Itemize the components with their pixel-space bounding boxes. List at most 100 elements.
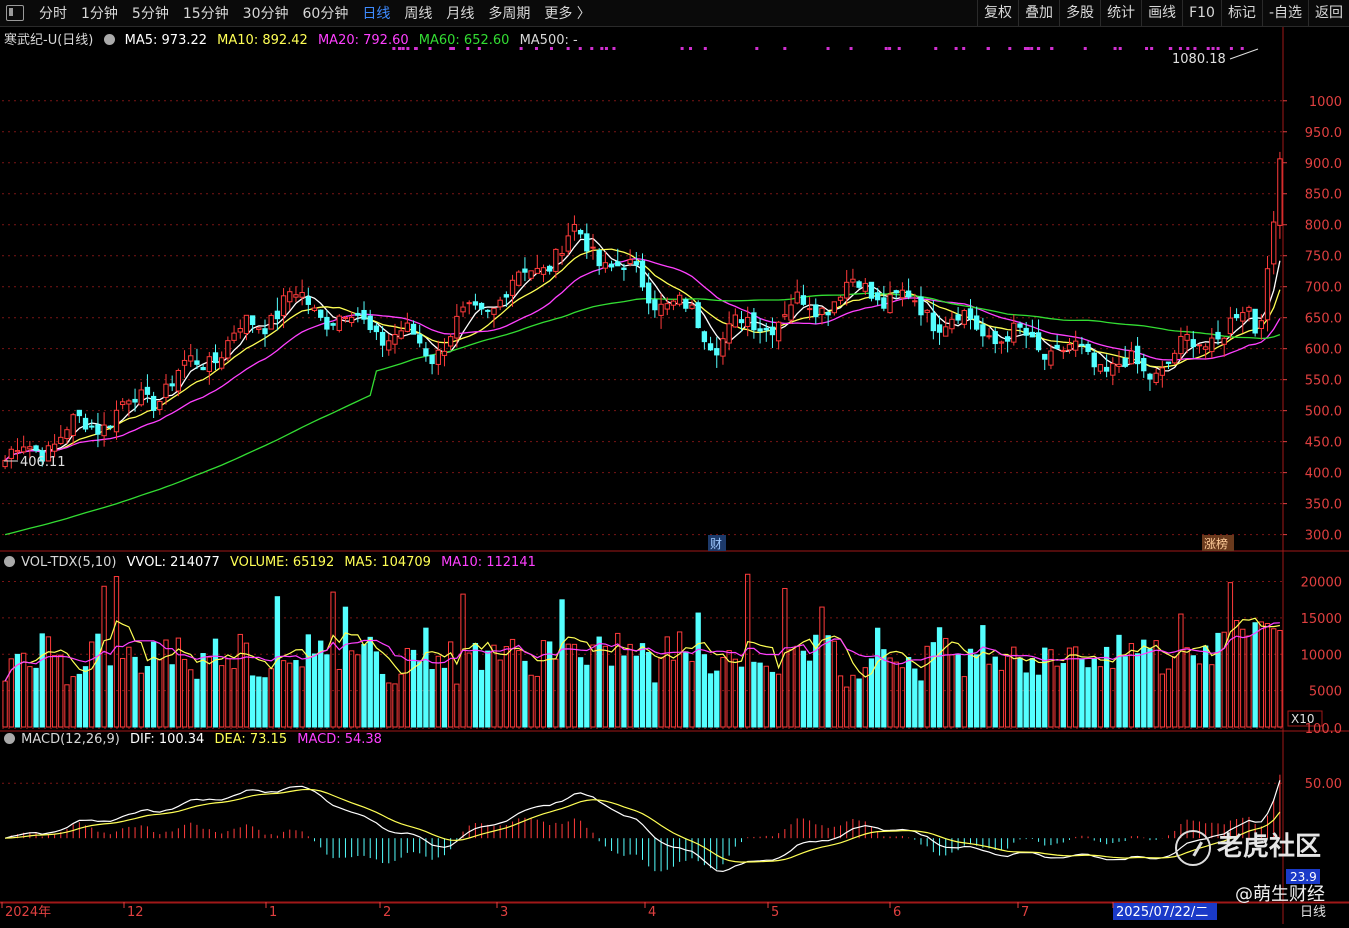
- signal-dot: [1229, 47, 1233, 50]
- candle-body: [1035, 332, 1042, 351]
- candle-body: [732, 314, 738, 328]
- candle-body: [565, 235, 571, 252]
- candle-body: [1048, 350, 1054, 366]
- candle-body: [373, 325, 380, 333]
- candle-body: [547, 265, 553, 272]
- tab-10[interactable]: 更多 〉: [537, 3, 597, 23]
- tab-3[interactable]: 15分钟: [176, 3, 236, 23]
- toolbar-button-5[interactable]: F10: [1182, 0, 1221, 26]
- macd-value: MACD: 54.38: [297, 732, 382, 747]
- candle-body: [559, 253, 565, 256]
- tab-0[interactable]: 分时: [32, 3, 74, 23]
- signal-dot: [986, 47, 990, 50]
- candle-body: [850, 278, 856, 283]
- signal-dot: [1211, 47, 1215, 50]
- volume-bar: [1060, 663, 1066, 728]
- tab-6[interactable]: 日线: [355, 3, 397, 23]
- price-axis-label: 300.0: [1305, 529, 1342, 544]
- volume-bar: [1215, 632, 1221, 728]
- candle-body: [918, 296, 924, 316]
- candle-body: [231, 332, 237, 341]
- tab-2[interactable]: 5分钟: [125, 3, 176, 23]
- candle-body: [1215, 331, 1221, 340]
- toolbar-button-3[interactable]: 统计: [1100, 0, 1141, 26]
- volume-bar: [256, 676, 262, 728]
- candle-body: [720, 338, 726, 357]
- candle-body: [584, 233, 590, 252]
- tab-9[interactable]: 多周期: [481, 3, 537, 23]
- tab-4[interactable]: 30分钟: [236, 3, 296, 23]
- signal-dot: [849, 47, 853, 50]
- tab-1[interactable]: 1分钟: [74, 3, 125, 23]
- volume-bar: [76, 673, 83, 728]
- volume-bar: [547, 641, 553, 728]
- volume-bar: [478, 669, 485, 728]
- volume-bar: [441, 667, 448, 728]
- candle-body: [299, 292, 305, 298]
- settings-icon[interactable]: [4, 733, 15, 744]
- candle-body: [751, 312, 757, 331]
- toolbar-button-0[interactable]: 复权: [977, 0, 1018, 26]
- volume-bar: [856, 678, 862, 728]
- candle-body: [1264, 268, 1271, 321]
- time-axis-label: 5: [771, 905, 779, 920]
- toolbar-button-1[interactable]: 叠加: [1018, 0, 1059, 26]
- volume-bar: [738, 666, 745, 728]
- price-axis-label: 850.0: [1305, 188, 1342, 203]
- toolbar-button-4[interactable]: 画线: [1141, 0, 1182, 26]
- volume-bar: [311, 653, 318, 728]
- ma60-value: MA60: 652.60: [418, 33, 510, 48]
- toolbar-button-7[interactable]: -自选: [1261, 0, 1308, 26]
- signal-dot: [897, 47, 901, 50]
- top-toolbar: 分时 1分钟 5分钟 15分钟 30分钟 60分钟 日线 周线 月线 多周期 更多 〉 复权 叠加 多股…: [0, 0, 1349, 27]
- settings-icon[interactable]: [103, 34, 115, 45]
- tab-7[interactable]: 周线: [397, 3, 439, 23]
- tab-5[interactable]: 60分钟: [296, 3, 356, 23]
- toolbar-button-8[interactable]: 返回: [1308, 0, 1349, 26]
- candle-body: [596, 250, 602, 267]
- candle-body: [1004, 336, 1011, 342]
- panel-toggle-icon[interactable]: [6, 5, 24, 21]
- candle-body: [534, 267, 540, 274]
- kline-chart[interactable]: 1080.18 406.11 财 涨榜 1000 950.0 900.0 850.0 800.0…: [0, 27, 1349, 924]
- candle-body: [64, 429, 70, 440]
- candle-body: [318, 309, 324, 318]
- toolbar-button-6[interactable]: 标记: [1220, 0, 1262, 26]
- candle-body: [367, 315, 373, 331]
- volume-bar: [559, 599, 565, 728]
- candle-body: [14, 450, 21, 453]
- candle-body: [1023, 327, 1029, 336]
- candle-body: [1147, 373, 1153, 380]
- candle-body: [219, 357, 225, 369]
- candle-body: [701, 331, 708, 343]
- candle-body: [1227, 317, 1234, 335]
- candle-body: [188, 355, 194, 362]
- candle-body: [243, 314, 250, 335]
- candle-body: [126, 400, 132, 405]
- candle-body: [893, 290, 899, 294]
- candle-body: [293, 294, 299, 298]
- candle-body: [862, 282, 868, 292]
- macd-axis-label: 50.00: [1305, 777, 1342, 792]
- price-axis-label: 600.0: [1305, 343, 1342, 358]
- signal-dot: [1030, 47, 1034, 50]
- time-axis-label: 4: [648, 905, 656, 920]
- candle-body: [943, 326, 949, 337]
- candle-body: [1159, 367, 1165, 376]
- volume-bar: [194, 678, 200, 728]
- candle-body: [992, 331, 998, 345]
- candle-body: [342, 317, 349, 320]
- toolbar-button-2[interactable]: 多股: [1059, 0, 1100, 26]
- candle-body: [1209, 337, 1215, 353]
- volume-bar: [577, 657, 584, 728]
- volume-bar: [1134, 653, 1141, 728]
- time-axis-label: 7: [1021, 905, 1029, 920]
- tab-8[interactable]: 月线: [439, 3, 481, 23]
- candle-body: [522, 268, 528, 273]
- candle-body: [33, 445, 39, 452]
- candle-body: [602, 262, 609, 269]
- volume-bar: [1147, 648, 1153, 728]
- signal-dot: [1216, 47, 1220, 50]
- settings-icon[interactable]: [4, 556, 15, 567]
- candle-body: [58, 436, 64, 445]
